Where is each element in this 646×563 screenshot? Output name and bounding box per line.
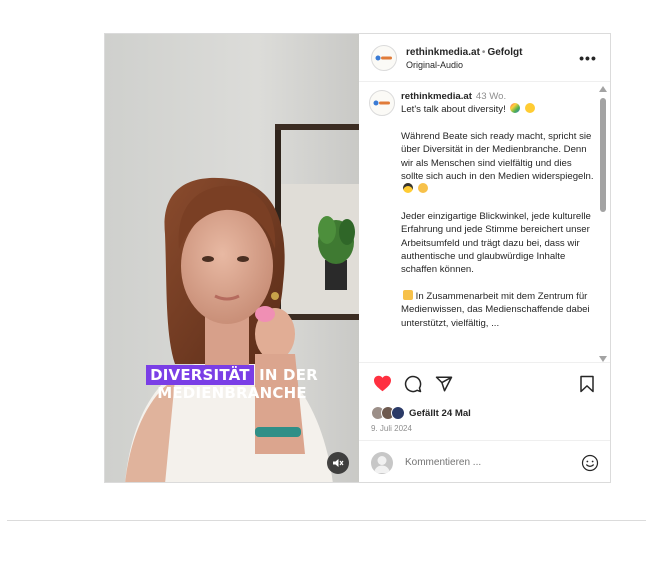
instagram-post-embed: DIVERSITÄT IN DER MEDIENBRANCHE rethinkm…	[104, 33, 611, 483]
save-button[interactable]	[576, 373, 598, 395]
header-username[interactable]: rethinkmedia.at	[406, 47, 480, 58]
share-button[interactable]	[433, 373, 455, 395]
caption-paragraph-1: Während Beate sich ready macht, spricht …	[401, 130, 594, 183]
more-icon: •••	[579, 49, 597, 66]
caption-highlight: DIVERSITÄT	[146, 365, 254, 385]
rainbow-emoji-icon	[510, 103, 521, 114]
follow-status[interactable]: Gefolgt	[487, 47, 522, 58]
caption-paragraph-3: In Zusammenarbeit mit dem Zentrum für Me…	[401, 290, 590, 329]
page-divider	[7, 520, 646, 521]
header-separator: •	[481, 46, 486, 58]
post-header: rethinkmedia.at • Gefolgt Original-Audio •…	[359, 34, 610, 82]
caption-comment: rethinkmedia.at 43 Wo. Let's talk about d…	[369, 90, 596, 330]
add-comment-bar	[359, 440, 610, 482]
rethink-logo-icon	[373, 100, 390, 106]
caption-intro: Let's talk about diversity!	[401, 104, 506, 116]
sparkles-emoji-icon	[525, 103, 536, 114]
emoji-icon[interactable]	[581, 454, 599, 472]
mute-icon	[333, 459, 344, 467]
liker-avatar[interactable]	[391, 406, 405, 420]
audio-link[interactable]: Original-Audio	[406, 59, 578, 72]
scroll-down-arrow-icon[interactable]	[599, 356, 607, 362]
caption-text: rethinkmedia.at 43 Wo. Let's talk about d…	[401, 90, 596, 330]
video-caption-line1: DIVERSITÄT IN DER	[105, 365, 359, 385]
post-side-panel: rethinkmedia.at • Gefolgt Original-Audio •…	[359, 34, 610, 482]
video-frame	[105, 34, 359, 482]
flexed-biceps-emoji-icon	[417, 183, 428, 194]
account-avatar[interactable]	[371, 44, 397, 71]
comments-scrollbar[interactable]	[599, 84, 607, 364]
pointing-hand-emoji-icon	[403, 289, 413, 300]
caption-time[interactable]: 43 Wo.	[476, 91, 506, 102]
caption-avatar[interactable]	[369, 90, 395, 116]
scroll-thumb[interactable]	[600, 98, 606, 212]
comment-button[interactable]	[402, 373, 424, 395]
post-date[interactable]: 9. Juli 2024	[359, 422, 610, 436]
caption-rest: IN DER	[253, 366, 318, 384]
current-user-avatar	[371, 451, 393, 474]
comment-icon	[404, 375, 422, 392]
post-video[interactable]: DIVERSITÄT IN DER MEDIENBRANCHE	[105, 34, 359, 482]
sunglasses-emoji-icon	[403, 183, 413, 194]
video-caption-line2: MEDIENBRANCHE	[157, 384, 307, 402]
default-user-icon	[374, 455, 390, 473]
comment-input[interactable]	[405, 457, 565, 468]
caption-area[interactable]: rethinkmedia.at 43 Wo. Let's talk about d…	[359, 82, 610, 362]
more-options-button[interactable]: •••	[578, 50, 598, 66]
rethink-logo-icon	[375, 55, 392, 60]
heart-icon	[373, 375, 391, 392]
header-text: rethinkmedia.at • Gefolgt Original-Audio	[406, 44, 578, 72]
bookmark-icon	[580, 375, 594, 392]
caption-username[interactable]: rethinkmedia.at	[401, 91, 472, 102]
caption-paragraph-2: Jeder einzigartige Blickwinkel, jede kul…	[401, 210, 591, 276]
share-icon	[435, 376, 453, 391]
scroll-up-arrow-icon[interactable]	[599, 86, 607, 92]
post-actions	[359, 362, 610, 404]
like-button[interactable]	[371, 373, 393, 395]
likes-row: Gefällt 24 Mal	[359, 404, 610, 422]
mute-button[interactable]	[327, 452, 349, 474]
likes-count[interactable]: Gefällt 24 Mal	[409, 408, 471, 419]
